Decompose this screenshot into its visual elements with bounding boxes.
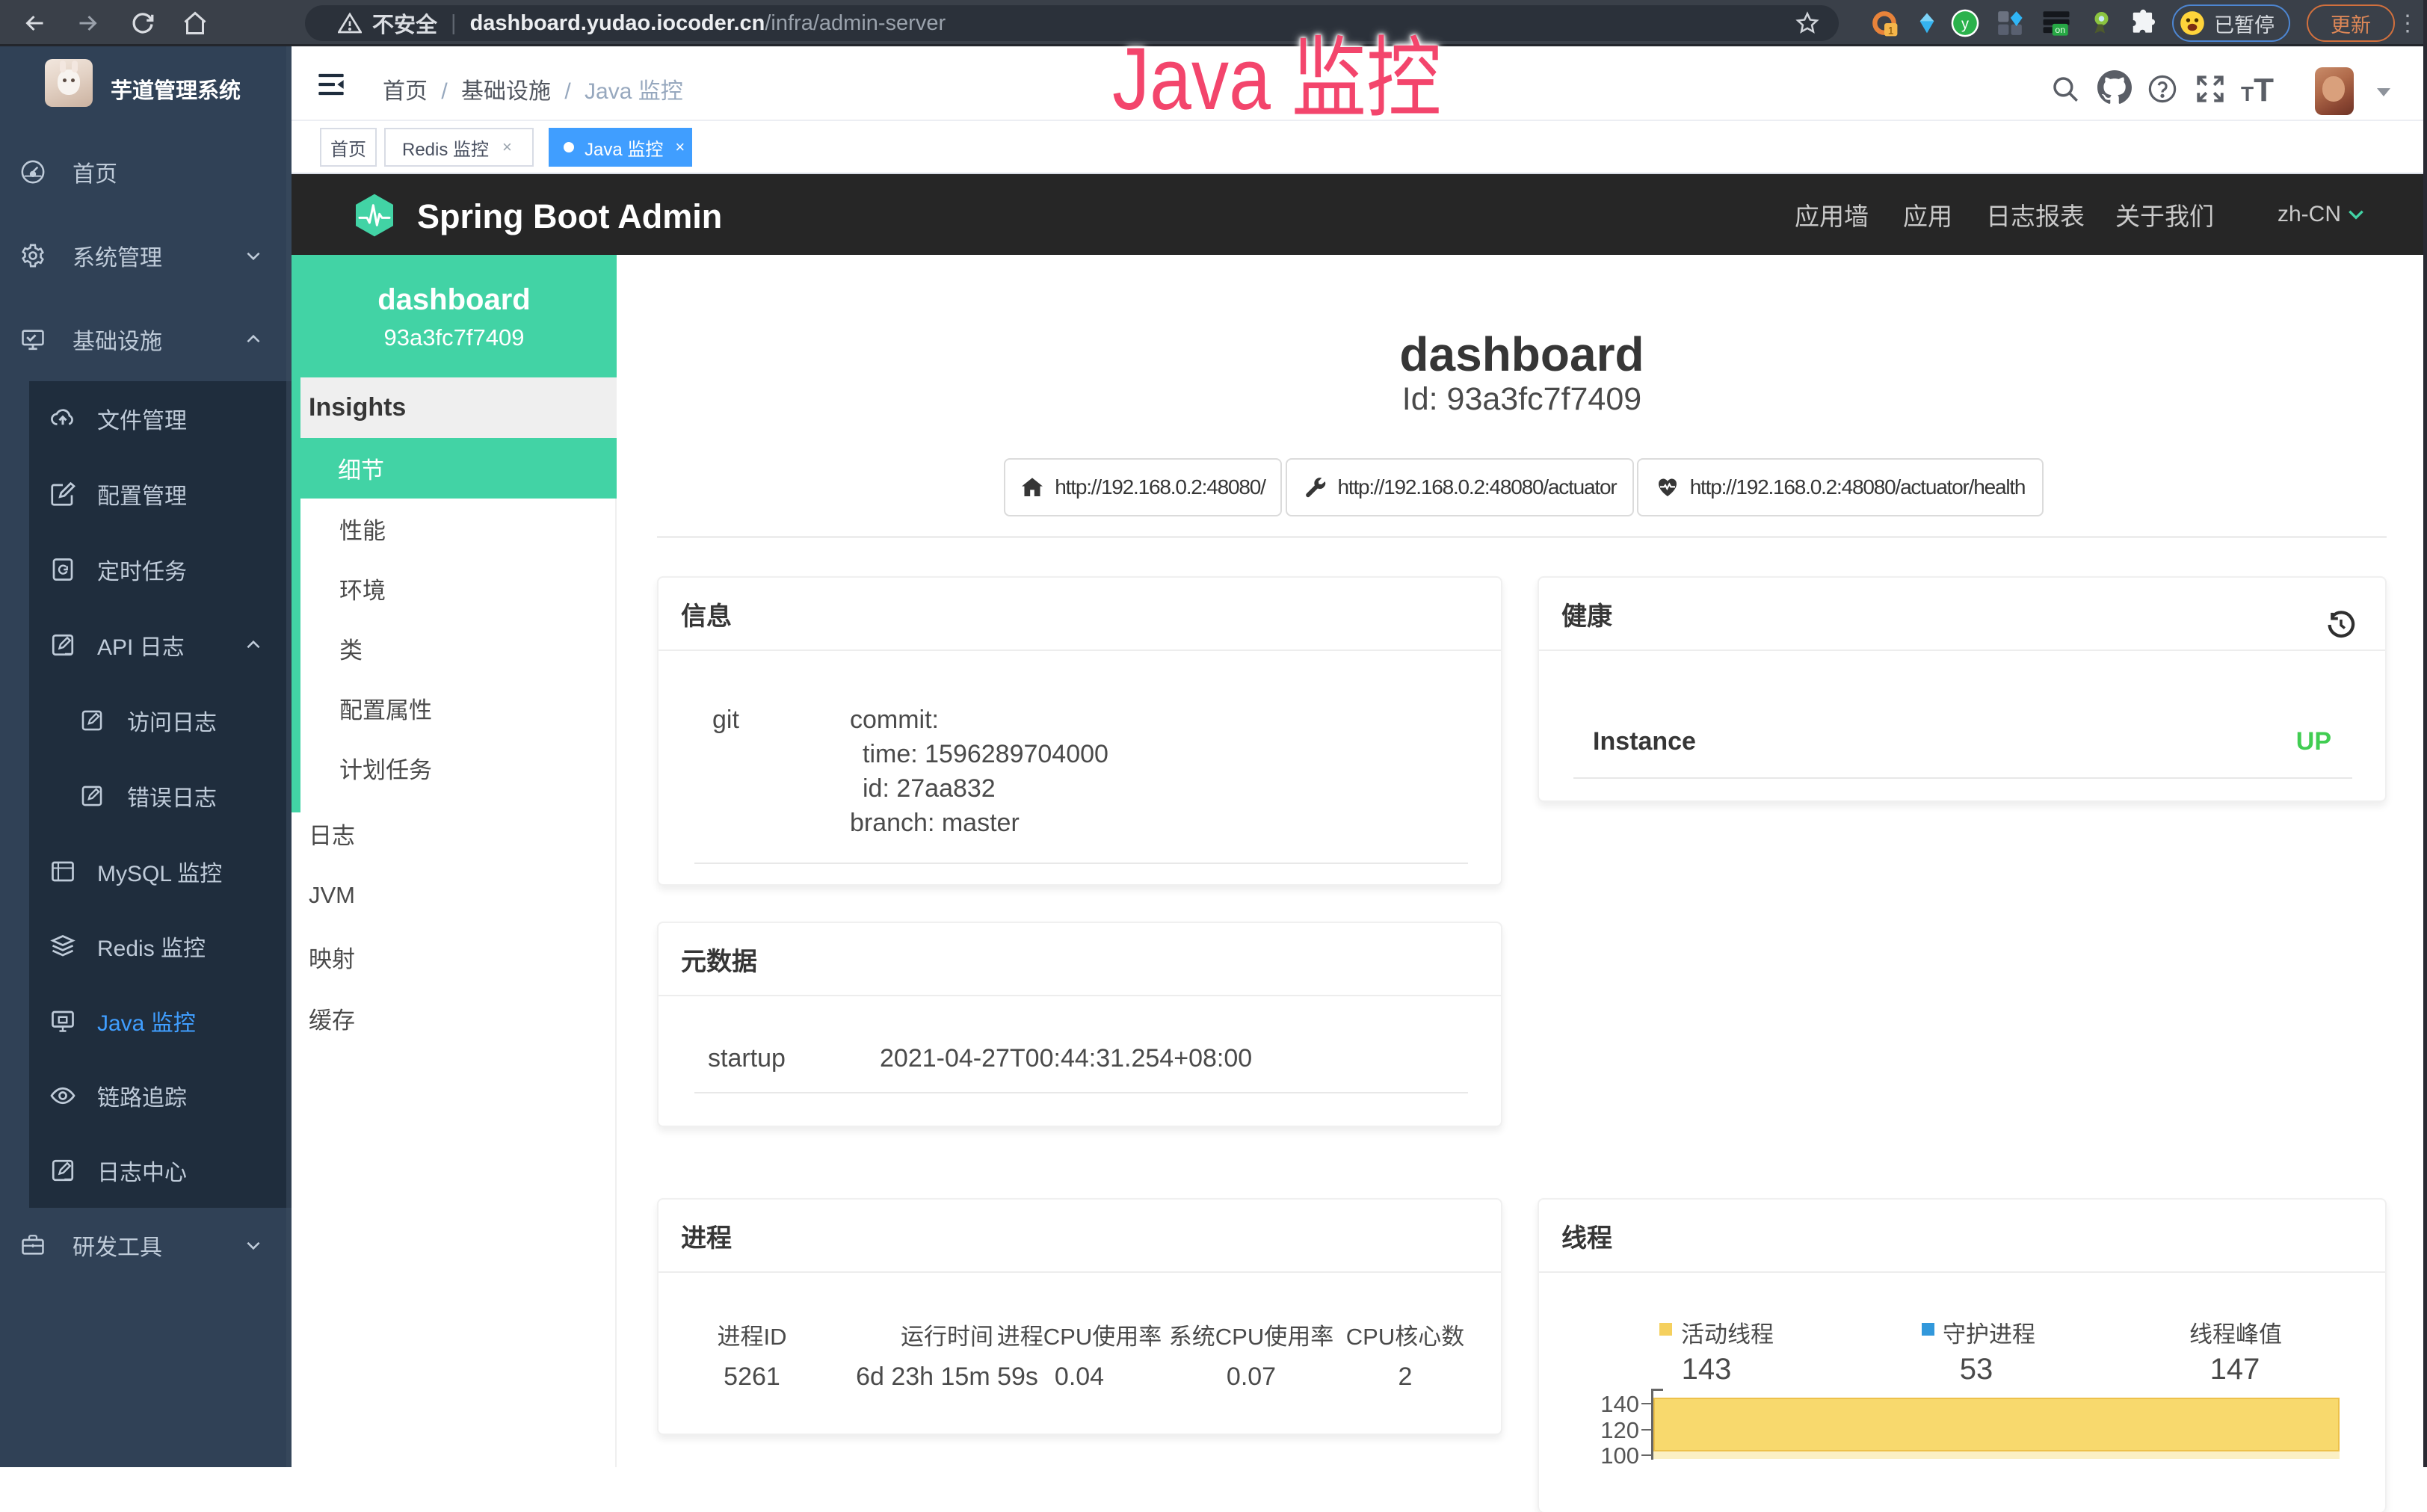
svg-text:1: 1 bbox=[1888, 25, 1894, 37]
svg-text:on: on bbox=[2055, 25, 2065, 35]
svg-text:y: y bbox=[1961, 16, 1969, 33]
